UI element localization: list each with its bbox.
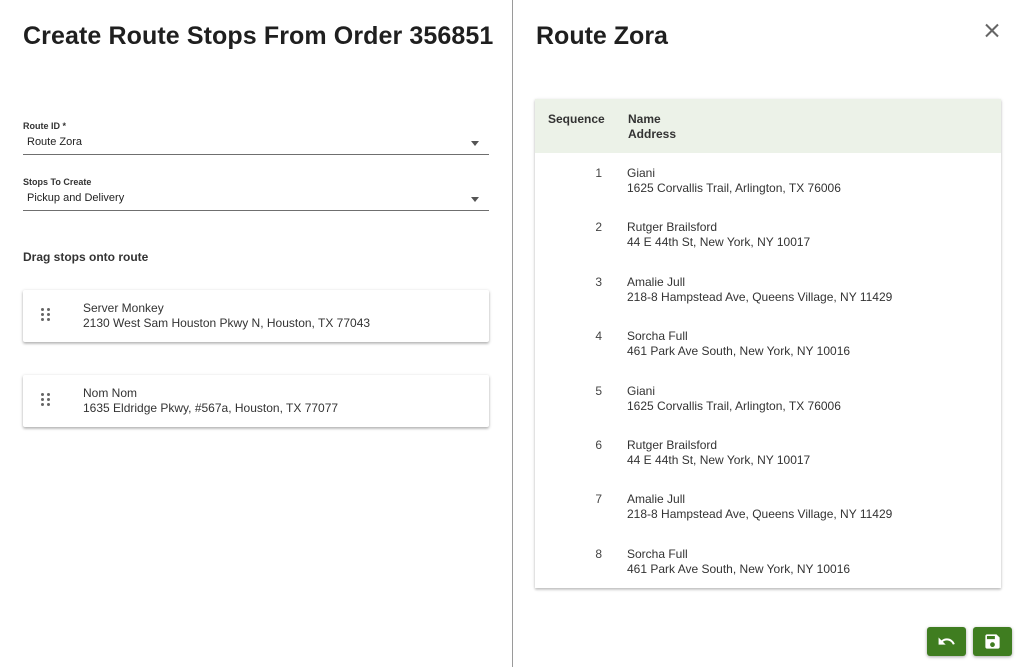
table-row[interactable]: 6 Rutger Brailsford 44 E 44th St, New Yo…	[535, 425, 1001, 479]
stop-card[interactable]: Nom Nom 1635 Eldridge Pkwy, #567a, Houst…	[23, 375, 489, 427]
drag-handle-icon[interactable]	[41, 308, 51, 322]
dropdown-arrow-icon[interactable]	[471, 197, 479, 202]
undo-icon	[938, 637, 955, 645]
table-row[interactable]: 4 Sorcha Full 461 Park Ave South, New Yo…	[535, 316, 1001, 370]
undo-button[interactable]	[927, 627, 966, 656]
row-name: Rutger Brailsford	[627, 438, 718, 452]
row-name: Giani	[627, 166, 656, 180]
row-sequence: 7	[595, 492, 602, 506]
row-sequence: 4	[595, 329, 602, 343]
row-address: 1625 Corvallis Trail, Arlington, TX 7600…	[627, 181, 841, 195]
save-button[interactable]	[973, 627, 1012, 656]
row-sequence: 1	[595, 166, 602, 180]
row-sequence: 6	[595, 438, 602, 452]
table-row[interactable]: 8 Sorcha Full 461 Park Ave South, New Yo…	[535, 534, 1001, 588]
table-row[interactable]: 3 Amalie Jull 218-8 Hampstead Ave, Queen…	[535, 262, 1001, 316]
dropdown-arrow-icon[interactable]	[471, 141, 479, 146]
table-row[interactable]: 7 Amalie Jull 218-8 Hampstead Ave, Queen…	[535, 479, 1001, 533]
route-title: Route Zora	[536, 22, 668, 50]
route-id-label: Route ID *	[23, 121, 67, 131]
stop-name: Nom Nom	[83, 386, 138, 400]
row-sequence: 2	[595, 220, 602, 234]
stop-name: Server Monkey	[83, 301, 164, 315]
row-name: Sorcha Full	[627, 329, 688, 343]
row-address: 218-8 Hampstead Ave, Queens Village, NY …	[627, 290, 893, 304]
row-address: 218-8 Hampstead Ave, Queens Village, NY …	[627, 507, 893, 521]
create-stops-pane: Create Route Stops From Order 356851 Rou…	[0, 0, 512, 667]
page-title: Create Route Stops From Order 356851	[23, 22, 494, 50]
row-address: 44 E 44th St, New York, NY 10017	[627, 453, 811, 467]
stop-card[interactable]: Server Monkey 2130 West Sam Houston Pkwy…	[23, 290, 489, 342]
close-icon[interactable]	[981, 20, 1003, 42]
row-name: Amalie Jull	[627, 275, 686, 289]
row-sequence: 3	[595, 275, 602, 289]
row-name: Amalie Jull	[627, 492, 686, 506]
row-address: 44 E 44th St, New York, NY 10017	[627, 235, 811, 249]
row-address: 461 Park Ave South, New York, NY 10016	[627, 344, 851, 358]
stop-address: 2130 West Sam Houston Pkwy N, Houston, T…	[83, 316, 371, 330]
route-pane: Route Zora Sequence Name Address 1 Giani…	[513, 0, 1024, 667]
floppy-disk-icon	[985, 634, 1000, 649]
stops-to-create-value[interactable]: Pickup and Delivery	[27, 192, 124, 204]
row-name: Sorcha Full	[627, 547, 688, 561]
row-name: Giani	[627, 384, 656, 398]
route-stops-table: Sequence Name Address 1 Giani 1625 Corva…	[535, 99, 1001, 588]
stops-to-create-label: Stops To Create	[23, 177, 92, 187]
stops-to-create-select[interactable]: Stops To Create Pickup and Delivery	[23, 177, 489, 211]
drag-handle-icon[interactable]	[41, 393, 51, 407]
table-row[interactable]: 2 Rutger Brailsford 44 E 44th St, New Yo…	[535, 207, 1001, 261]
column-header-address: Address	[628, 127, 677, 141]
column-header-name: Name	[628, 112, 661, 126]
route-id-select[interactable]: Route ID * Route Zora	[23, 121, 489, 155]
row-sequence: 8	[595, 547, 602, 561]
row-sequence: 5	[595, 384, 602, 398]
row-address: 461 Park Ave South, New York, NY 10016	[627, 562, 851, 576]
drag-stops-heading: Drag stops onto route	[23, 250, 149, 264]
table-row[interactable]: 5 Giani 1625 Corvallis Trail, Arlington,…	[535, 371, 1001, 425]
route-id-value[interactable]: Route Zora	[27, 136, 82, 148]
table-header: Sequence Name Address	[535, 99, 1001, 153]
row-address: 1625 Corvallis Trail, Arlington, TX 7600…	[627, 399, 841, 413]
table-row[interactable]: 1 Giani 1625 Corvallis Trail, Arlington,…	[535, 153, 1001, 207]
row-name: Rutger Brailsford	[627, 220, 718, 234]
stop-address: 1635 Eldridge Pkwy, #567a, Houston, TX 7…	[83, 401, 339, 415]
column-header-sequence: Sequence	[548, 112, 605, 126]
